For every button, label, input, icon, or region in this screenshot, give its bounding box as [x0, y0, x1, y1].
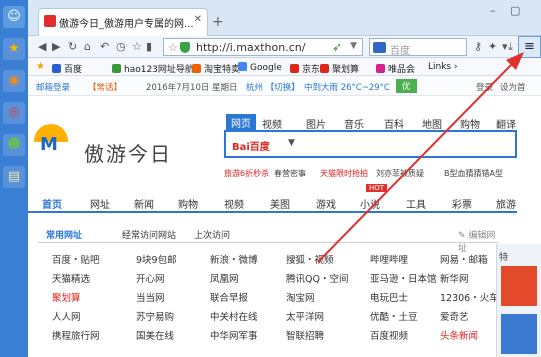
annotation-arrow: [317, 52, 524, 263]
